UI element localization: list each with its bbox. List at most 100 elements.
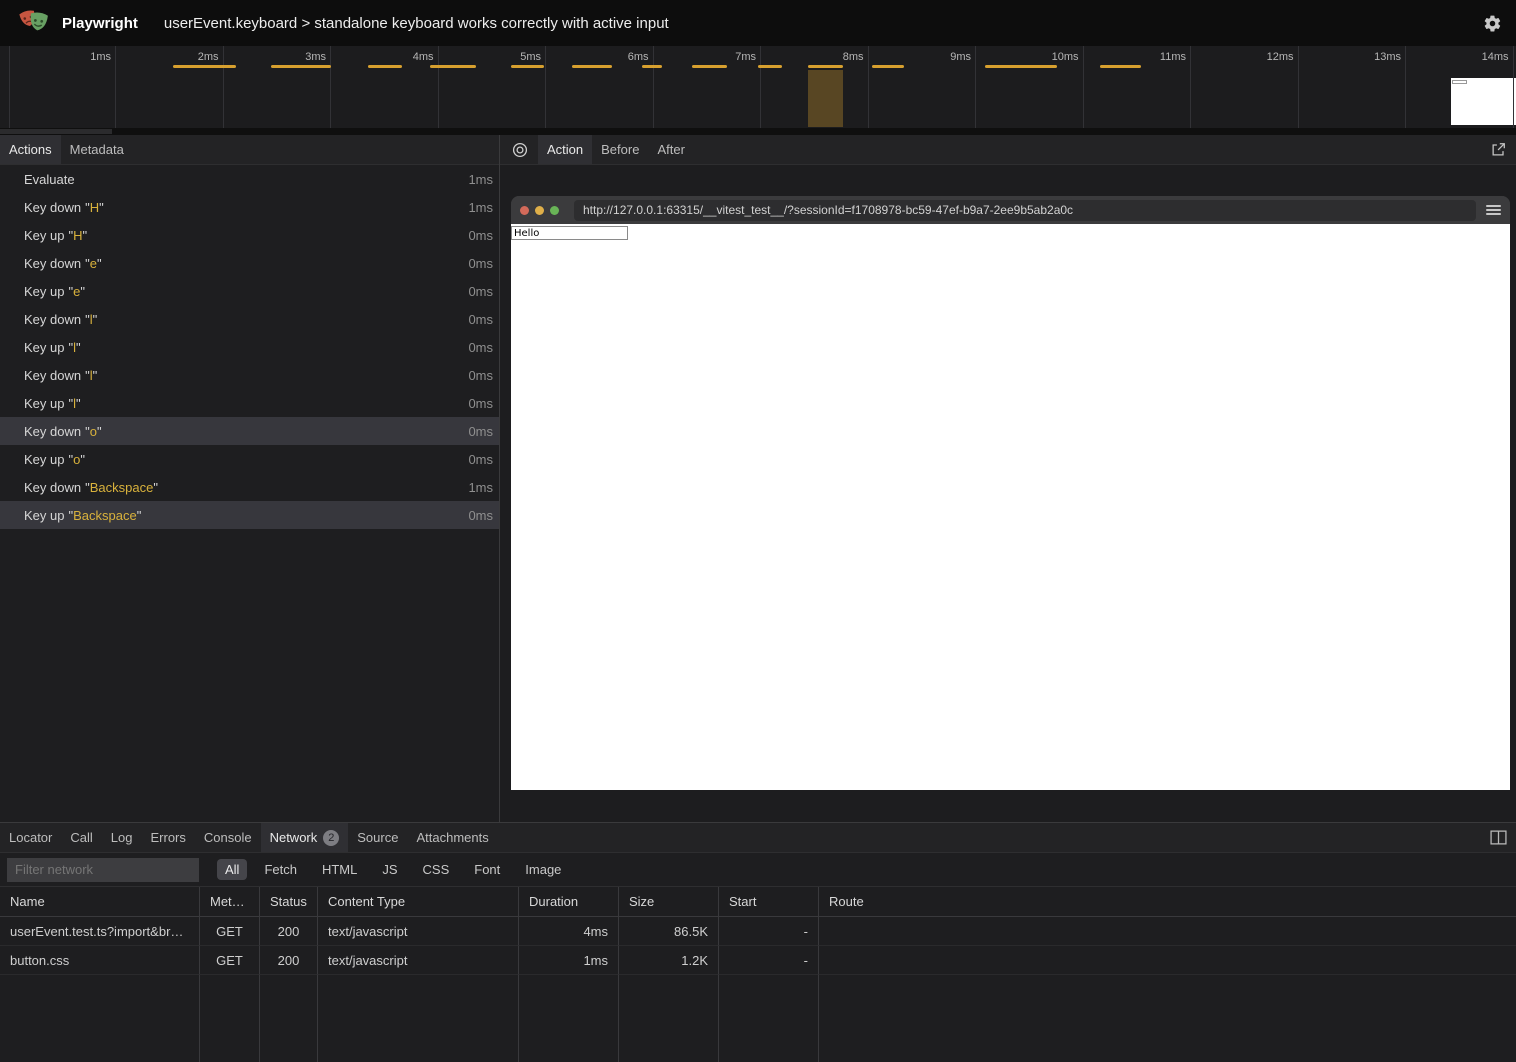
action-row[interactable]: Key down"l"0ms — [0, 305, 499, 333]
browser-menu-icon — [1486, 203, 1501, 217]
network-col-header[interactable]: Start — [719, 887, 819, 917]
action-row[interactable]: Key up"H"0ms — [0, 221, 499, 249]
timeline-scroll-grip[interactable] — [0, 129, 112, 134]
network-col-header[interactable]: Route — [819, 887, 1516, 917]
action-row[interactable]: Key up"Backspace"0ms — [0, 501, 499, 529]
open-external-icon[interactable] — [1491, 142, 1506, 157]
action-key: e — [73, 284, 80, 299]
network-cell[interactable]: - — [719, 917, 819, 946]
tab-errors[interactable]: Errors — [141, 823, 194, 852]
action-title: Key down — [24, 480, 81, 495]
tab-metadata[interactable]: Metadata — [61, 135, 133, 164]
network-col-header[interactable]: Status — [260, 887, 318, 917]
network-cell[interactable]: userEvent.test.ts?import&bro… — [0, 917, 200, 946]
action-duration: 0ms — [468, 228, 493, 243]
tab-after[interactable]: After — [648, 135, 693, 164]
action-row[interactable]: Key up"l"0ms — [0, 333, 499, 361]
action-duration: 1ms — [468, 172, 493, 187]
action-duration: 0ms — [468, 508, 493, 523]
bottom-tabbar: LocatorCallLogErrorsConsoleNetwork2 Sourc… — [0, 823, 1516, 853]
tab-call[interactable]: Call — [61, 823, 101, 852]
tab-log[interactable]: Log — [102, 823, 142, 852]
filter-chip-font[interactable]: Font — [466, 859, 508, 880]
action-row[interactable]: Key down"l"0ms — [0, 361, 499, 389]
filter-network-input[interactable] — [7, 858, 199, 882]
tab-network[interactable]: Network2 — [261, 823, 349, 852]
tab-label: Source — [357, 830, 398, 845]
timeline-tick: 9ms — [869, 46, 977, 128]
timeline-action-mark — [173, 65, 236, 68]
action-title: Key up — [24, 340, 64, 355]
network-cell[interactable]: 86.5K — [619, 917, 719, 946]
timeline-action-mark — [572, 65, 612, 68]
page-text-input[interactable] — [511, 226, 628, 240]
tab-action[interactable]: Action — [538, 135, 592, 164]
browser-window-snapshot: http://127.0.0.1:63315/__vitest_test__/?… — [511, 196, 1510, 790]
action-key-close-quote: " — [76, 340, 81, 355]
tab-label: Action — [547, 142, 583, 157]
filter-chip-all[interactable]: All — [217, 859, 247, 880]
tab-label: After — [657, 142, 684, 157]
action-row[interactable]: Key down"Backspace"1ms — [0, 473, 499, 501]
network-cell[interactable] — [819, 946, 1516, 975]
action-row[interactable]: Key up"o"0ms — [0, 445, 499, 473]
network-col-filler — [819, 975, 1516, 1062]
snapshot-area: http://127.0.0.1:63315/__vitest_test__/?… — [500, 165, 1516, 822]
network-cell[interactable]: GET — [200, 917, 260, 946]
filter-chip-html[interactable]: HTML — [314, 859, 365, 880]
snapshot-tabbar: Action Before After — [500, 135, 1516, 165]
action-row[interactable]: Key down"H"1ms — [0, 193, 499, 221]
tab-actions[interactable]: Actions — [0, 135, 61, 164]
timeline-tick-label: 1ms — [90, 51, 111, 63]
timeline-ruler[interactable]: 1ms2ms3ms4ms5ms6ms7ms8ms9ms10ms11ms12ms1… — [0, 46, 1516, 128]
action-row[interactable]: Key down"e"0ms — [0, 249, 499, 277]
timeline-action-mark — [642, 65, 662, 68]
pick-locator-target-icon[interactable] — [512, 142, 528, 158]
action-title: Key up — [24, 396, 64, 411]
tab-label: Metadata — [70, 142, 124, 157]
network-cell[interactable]: 200 — [260, 917, 318, 946]
network-cell[interactable]: GET — [200, 946, 260, 975]
network-col-header[interactable]: Size — [619, 887, 719, 917]
action-row[interactable]: Key up"e"0ms — [0, 277, 499, 305]
network-cell[interactable]: text/javascript — [318, 946, 519, 975]
network-col-filler — [619, 975, 719, 1062]
network-cell[interactable]: 200 — [260, 946, 318, 975]
playwright-masks-logo — [18, 8, 50, 38]
network-col-header[interactable]: Name — [0, 887, 200, 917]
tab-source[interactable]: Source — [348, 823, 407, 852]
network-cell[interactable]: button.css — [0, 946, 200, 975]
action-key-close-quote: " — [137, 508, 142, 523]
timeline-action-mark — [872, 65, 904, 68]
network-col-header[interactable]: Content Type — [318, 887, 519, 917]
timeline-tick: 7ms — [654, 46, 762, 128]
network-col-header[interactable]: Method — [200, 887, 260, 917]
actions-tabbar: Actions Metadata — [0, 135, 499, 165]
tab-before[interactable]: Before — [592, 135, 648, 164]
action-title: Key up — [24, 508, 64, 523]
network-cell[interactable]: - — [719, 946, 819, 975]
network-cell[interactable]: 1ms — [519, 946, 619, 975]
filter-chip-fetch[interactable]: Fetch — [256, 859, 305, 880]
network-col-header[interactable]: Duration — [519, 887, 619, 917]
timeline-action-mark — [368, 65, 402, 68]
filter-chip-js[interactable]: JS — [374, 859, 405, 880]
filter-chip-css[interactable]: CSS — [415, 859, 458, 880]
tab-locator[interactable]: Locator — [0, 823, 61, 852]
action-row[interactable]: Key down"o"0ms — [0, 417, 499, 445]
network-cell[interactable] — [819, 917, 1516, 946]
tab-attachments[interactable]: Attachments — [407, 823, 497, 852]
timeline-tick: 1ms — [9, 46, 117, 128]
network-cell[interactable]: 4ms — [519, 917, 619, 946]
filter-chip-image[interactable]: Image — [517, 859, 569, 880]
tab-console[interactable]: Console — [195, 823, 261, 852]
network-cell[interactable]: text/javascript — [318, 917, 519, 946]
columns-toggle-icon[interactable] — [1490, 830, 1507, 845]
action-row[interactable]: Key up"l"0ms — [0, 389, 499, 417]
gear-icon[interactable] — [1483, 14, 1502, 33]
network-cell[interactable]: 1.2K — [619, 946, 719, 975]
action-key-close-quote: " — [80, 452, 85, 467]
timeline-tick-label: 7ms — [735, 51, 756, 63]
action-row[interactable]: Evaluate1ms — [0, 165, 499, 193]
timeline-action-mark — [1100, 65, 1141, 68]
